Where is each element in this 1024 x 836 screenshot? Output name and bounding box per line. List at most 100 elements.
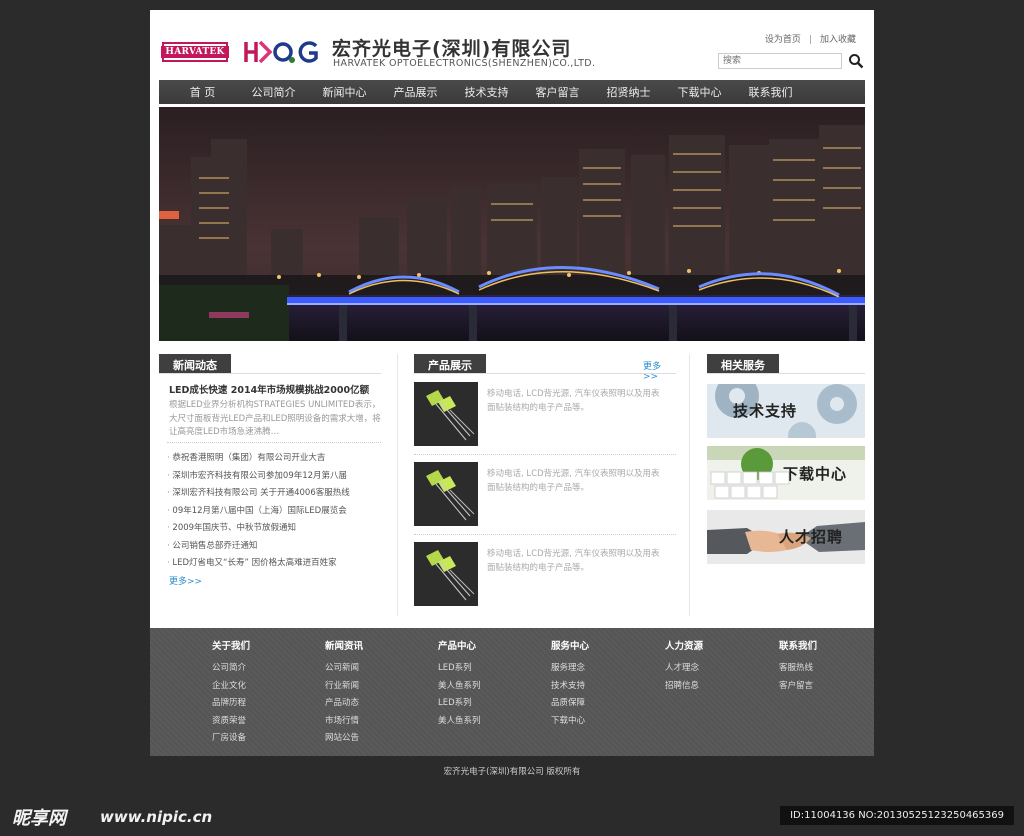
- services-header-line: [707, 373, 865, 374]
- footer-link[interactable]: 招聘信息: [665, 678, 765, 696]
- news-more-link[interactable]: 更多>>: [169, 574, 202, 587]
- footer-link[interactable]: 厂房设备: [212, 730, 312, 748]
- footer-link[interactable]: 行业新闻: [325, 678, 425, 696]
- footer-link[interactable]: 品质保障: [551, 695, 651, 713]
- nav-download[interactable]: 下载中心: [664, 84, 735, 100]
- news-header-line: [159, 373, 381, 374]
- tech-support-banner[interactable]: 技术支持: [707, 384, 865, 438]
- footer-column-news: 新闻资讯 公司新闻 行业新闻 产品动态 市场行情 网站公告: [325, 638, 425, 748]
- recruitment-label: 人才招聘: [779, 528, 844, 546]
- footer-column-service: 服务中心 服务理念 技术支持 品质保障 下载中心: [551, 638, 651, 730]
- column-divider: [689, 354, 690, 616]
- led-image: [414, 462, 478, 526]
- search-icon[interactable]: [848, 53, 864, 69]
- led-image: [414, 382, 478, 446]
- news-item[interactable]: 恭祝香港照明（集团）有限公司开业大吉: [167, 450, 350, 468]
- footer-link[interactable]: LED系列: [438, 660, 538, 678]
- watermark-url: www.nipic.cn: [100, 808, 213, 826]
- product-divider: [414, 454, 676, 455]
- nav-about[interactable]: 公司简介: [238, 84, 309, 100]
- news-item[interactable]: LED灯省电又“长寿” 因价格太高难进百姓家: [167, 555, 350, 573]
- footer-column-title: 人力资源: [665, 641, 704, 652]
- footer-link[interactable]: 品牌历程: [212, 695, 312, 713]
- site-header: HARVATEK 宏齐光电子(深圳)有限公司 HARVATEK OPTOELEC…: [150, 10, 874, 80]
- page-container: HARVATEK 宏齐光电子(深圳)有限公司 HARVATEK OPTOELEC…: [150, 10, 874, 756]
- site-footer: 关于我们 公司简介 企业文化 品牌历程 资质荣誉 厂房设备 新闻资讯 公司新闻 …: [150, 628, 874, 756]
- footer-column-products: 产品中心 LED系列 美人鱼系列 LED系列 美人鱼系列: [438, 638, 538, 730]
- product-item[interactable]: 移动电话, LCD背光源, 汽车仪表照明以及用表面贴装结构的电子产品等。: [414, 462, 676, 528]
- search-input[interactable]: [718, 53, 842, 69]
- product-image[interactable]: [414, 462, 478, 526]
- column-divider: [397, 354, 398, 616]
- product-item[interactable]: 移动电话, LCD背光源, 汽车仪表照明以及用表面贴装结构的电子产品等。: [414, 382, 676, 448]
- top-links: 设为首页 | 加入收藏: [765, 32, 856, 45]
- footer-column-about: 关于我们 公司简介 企业文化 品牌历程 资质荣誉 厂房设备: [212, 638, 312, 748]
- news-item[interactable]: 深圳市宏齐科技有限公司参加09年12月第八届: [167, 468, 350, 486]
- products-more-link[interactable]: 更多>>: [643, 359, 676, 382]
- harvatek-logo[interactable]: HARVATEK: [161, 42, 229, 62]
- product-description: 移动电话, LCD背光源, 汽车仪表照明以及用表面贴装结构的电子产品等。: [487, 549, 660, 573]
- footer-link[interactable]: 企业文化: [212, 678, 312, 696]
- footer-link[interactable]: LED系列: [438, 695, 538, 713]
- news-title: 新闻动态: [159, 354, 231, 374]
- footer-link[interactable]: 服务理念: [551, 660, 651, 678]
- watermark-brand: 昵享网: [12, 808, 66, 829]
- set-homepage-link[interactable]: 设为首页: [765, 35, 801, 45]
- hero-banner: [159, 107, 865, 341]
- footer-link[interactable]: 网站公告: [325, 730, 425, 748]
- top-links-separator: |: [808, 35, 812, 45]
- services-header: 相关服务: [707, 354, 865, 374]
- products-title: 产品展示: [414, 354, 486, 374]
- image-id-label: ID:11004136 NO:20130525123250465369: [780, 806, 1014, 825]
- nav-products[interactable]: 产品展示: [380, 84, 451, 100]
- services-title: 相关服务: [707, 354, 779, 374]
- copyright-text: 宏齐光电子(深圳)有限公司 版权所有: [443, 767, 581, 777]
- news-list: 恭祝香港照明（集团）有限公司开业大吉 深圳市宏齐科技有限公司参加09年12月第八…: [167, 450, 350, 573]
- footer-link[interactable]: 资质荣誉: [212, 713, 312, 731]
- news-item[interactable]: 公司销售总部乔迁通知: [167, 538, 350, 556]
- led-image: [414, 542, 478, 606]
- footer-link[interactable]: 客户留言: [779, 678, 879, 696]
- nav-guestbook[interactable]: 客户留言: [522, 84, 593, 100]
- product-description: 移动电话, LCD背光源, 汽车仪表照明以及用表面贴装结构的电子产品等。: [487, 389, 660, 413]
- footer-link[interactable]: 美人鱼系列: [438, 713, 538, 731]
- footer-link[interactable]: 美人鱼系列: [438, 678, 538, 696]
- hog-logo-icon[interactable]: [243, 38, 321, 66]
- nav-careers[interactable]: 招贤纳士: [593, 84, 664, 100]
- product-image[interactable]: [414, 542, 478, 606]
- footer-column-title: 联系我们: [779, 641, 818, 652]
- news-summary: 根据LED业界分析机构STRATEGIES UNLIMITED表示，大尺寸面板背…: [169, 400, 381, 437]
- footer-link[interactable]: 人才理念: [665, 660, 765, 678]
- news-headline[interactable]: LED成长快速 2014年市场规模挑战2000亿额: [169, 382, 369, 396]
- night-city-bridge-image: [159, 107, 865, 341]
- footer-link[interactable]: 技术支持: [551, 678, 651, 696]
- download-center-banner[interactable]: 下载中心: [707, 446, 865, 500]
- tech-support-label: 技术支持: [733, 402, 798, 420]
- footer-column-title: 产品中心: [438, 641, 477, 652]
- news-divider: [167, 442, 381, 443]
- news-item[interactable]: 2009年国庆节、中秋节放假通知: [167, 520, 350, 538]
- news-item[interactable]: 深圳宏齐科技有限公司 关于开通4006客服热线: [167, 485, 349, 503]
- recruitment-banner[interactable]: 人才招聘: [707, 510, 865, 564]
- download-center-label: 下载中心: [783, 465, 848, 483]
- nav-contact[interactable]: 联系我们: [735, 84, 806, 100]
- nav-home[interactable]: 首 页: [167, 84, 238, 100]
- footer-link[interactable]: 公司新闻: [325, 660, 425, 678]
- footer-link[interactable]: 市场行情: [325, 713, 425, 731]
- harvatek-logo-text: HARVATEK: [161, 46, 229, 58]
- news-item[interactable]: 09年12月第八届中国（上海）国际LED展览会: [167, 503, 350, 521]
- footer-link[interactable]: 客服热线: [779, 660, 879, 678]
- product-image[interactable]: [414, 382, 478, 446]
- products-header-line: [414, 373, 676, 374]
- footer-column-title: 服务中心: [551, 641, 590, 652]
- nav-news[interactable]: 新闻中心: [309, 84, 380, 100]
- footer-column-title: 关于我们: [212, 641, 251, 652]
- add-favorite-link[interactable]: 加入收藏: [820, 35, 856, 45]
- nav-support[interactable]: 技术支持: [451, 84, 522, 100]
- footer-link[interactable]: 公司简介: [212, 660, 312, 678]
- news-header: 新闻动态: [159, 354, 381, 374]
- product-item[interactable]: 移动电话, LCD背光源, 汽车仪表照明以及用表面贴装结构的电子产品等。: [414, 542, 676, 608]
- company-name-cn: 宏齐光电子(深圳)有限公司: [332, 38, 572, 60]
- footer-link[interactable]: 产品动态: [325, 695, 425, 713]
- footer-link[interactable]: 下载中心: [551, 713, 651, 731]
